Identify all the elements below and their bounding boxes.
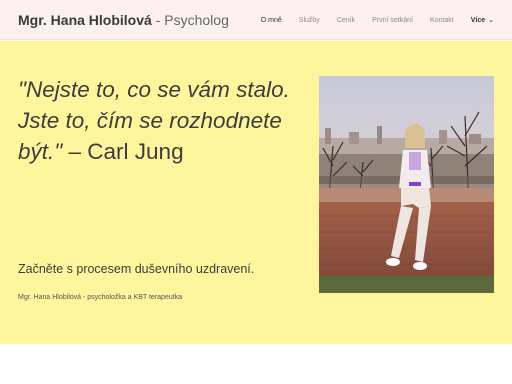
hero-quote: "Nejste to, co se vám stalo. Jste to, čí… — [18, 74, 298, 167]
chevron-down-icon: ⌄ — [488, 17, 494, 24]
site-title[interactable]: Mgr. Hana Hlobilová - Psycholog — [18, 11, 229, 29]
nav-item-o-mne[interactable]: O mně — [261, 15, 282, 27]
portrait-photo-image — [319, 76, 494, 293]
nav-item-vice-label: Více — [470, 17, 486, 24]
hero-section: "Nejste to, co se vám stalo. Jste to, čí… — [0, 41, 512, 344]
hero-subtitle: Začněte s procesem duševního uzdravení. — [18, 262, 255, 276]
nav-item-kontakt[interactable]: Kontakt — [430, 15, 454, 27]
site-title-role: Psycholog — [164, 12, 229, 28]
nav-item-cenik[interactable]: Ceník — [337, 15, 355, 27]
quote-author: – Carl Jung — [62, 139, 184, 164]
nav-item-prvni-setkani[interactable]: První setkání — [372, 15, 413, 27]
site-title-name[interactable]: Mgr. Hana Hlobilová — [18, 12, 152, 28]
nav-item-vice[interactable]: Více ⌄ — [471, 15, 494, 27]
nav-item-sluzby[interactable]: Služby — [299, 15, 320, 27]
hero-caption: Mgr. Hana Hlobilová - psycholožka a KBT … — [18, 294, 183, 301]
portrait-photo — [319, 76, 494, 293]
site-header: Mgr. Hana Hlobilová - Psycholog O mně Sl… — [0, 0, 512, 40]
page-bottom — [0, 344, 512, 384]
main-nav: O mně Služby Ceník První setkání Kontakt… — [261, 15, 494, 27]
site-title-separator: - — [151, 12, 165, 28]
